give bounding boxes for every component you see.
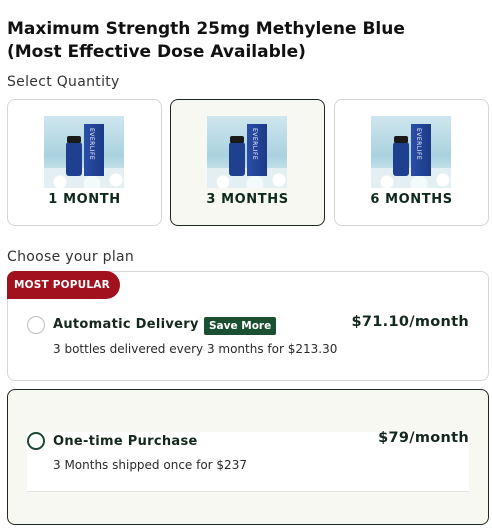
product-brand-text: EVERLIFE: [251, 128, 258, 161]
product-brand-text: EVERLIFE: [415, 128, 422, 161]
product-title-line-2: (Most Effective Dose Available): [7, 42, 306, 62]
product-image: EVERLIFE: [44, 116, 124, 188]
quantity-option-1-month[interactable]: EVERLIFE 1 MONTH: [7, 99, 162, 226]
choose-plan-label: Choose your plan: [7, 249, 135, 265]
plan-price: $71.10/month: [351, 314, 469, 330]
quantity-option-6-months[interactable]: EVERLIFE 6 MONTHS: [334, 99, 489, 226]
bottle-icon: [229, 136, 245, 176]
most-popular-ribbon: MOST POPULAR: [7, 271, 120, 299]
plan-description: 3 Months shipped once for $237: [53, 458, 247, 472]
plan-name: One-time Purchase: [53, 434, 198, 449]
quantity-option-label: 6 MONTHS: [370, 192, 453, 207]
product-brand-text: EVERLIFE: [88, 128, 95, 161]
plan-option-one-time-purchase[interactable]: One-time Purchase $79/month 3 Months shi…: [7, 389, 489, 525]
quantity-option-3-months[interactable]: EVERLIFE 3 MONTHS: [170, 99, 325, 226]
plan-radio-one-time-purchase[interactable]: [27, 432, 45, 450]
quantity-option-label: 3 MONTHS: [206, 192, 289, 207]
product-title: Maximum Strength 25mg Methylene Blue (Mo…: [7, 18, 477, 64]
product-image: EVERLIFE: [207, 116, 287, 188]
plan-option-automatic-delivery[interactable]: MOST POPULAR Automatic Delivery Save Mor…: [7, 271, 489, 381]
plan-price: $79/month: [378, 430, 469, 446]
select-quantity-label: Select Quantity: [7, 74, 120, 90]
bottle-icon: [66, 136, 82, 176]
plan-radio-automatic-delivery[interactable]: [27, 316, 45, 334]
plan-name: Automatic Delivery: [53, 317, 199, 332]
quantity-option-label: 1 MONTH: [48, 192, 121, 207]
product-title-line-1: Maximum Strength 25mg Methylene Blue: [7, 19, 405, 39]
plan-description: 3 bottles delivered every 3 months for $…: [53, 342, 338, 356]
save-more-badge: Save More: [204, 317, 277, 335]
product-image: EVERLIFE: [371, 116, 451, 188]
bottle-icon: [393, 136, 409, 176]
